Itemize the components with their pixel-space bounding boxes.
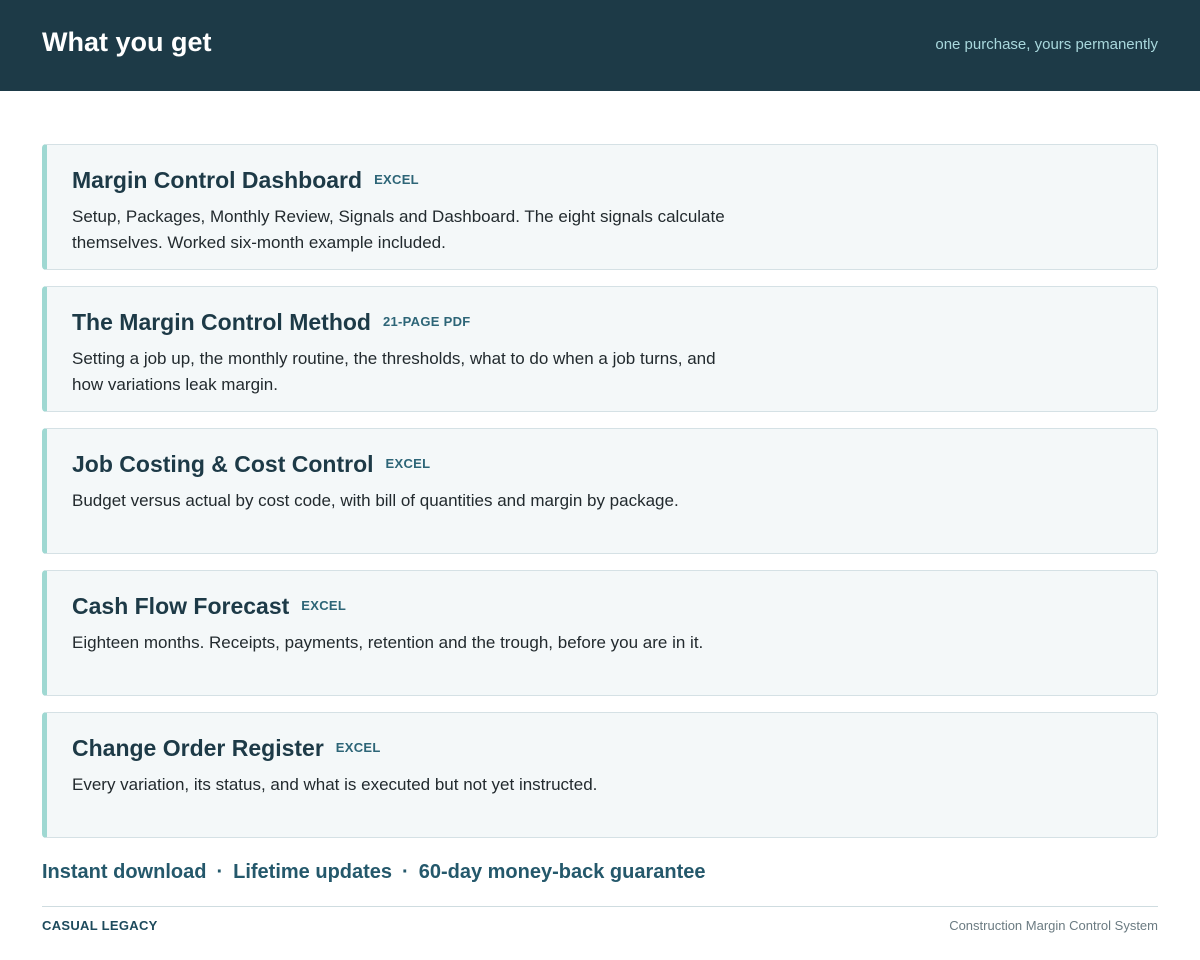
header-banner: What you get one purchase, yours permane… [0,0,1200,91]
card-header: Change Order Register EXCEL [72,734,381,762]
card-description: Budget versus actual by cost code, with … [72,491,679,510]
card-description: Every variation, its status, and what is… [72,775,598,794]
header-tagline: one purchase, yours permanently [935,36,1158,53]
card-title: Cash Flow Forecast [72,593,290,619]
format-badge: EXCEL [301,598,347,613]
format-badge: EXCEL [374,172,419,187]
separator-dot: · [216,861,224,883]
card-header: Cash Flow Forecast EXCEL [72,592,346,620]
card-title: Job Costing & Cost Control [72,451,374,477]
benefit-guarantee: 60-day money-back guarantee [418,861,706,883]
format-badge: 21-PAGE PDF [382,314,471,329]
product-card: Cash Flow Forecast EXCEL Eighteen months… [42,570,1158,696]
card-title: Change Order Register [72,735,324,761]
card-title: The Margin Control Method [72,309,371,335]
card-description: Setting a job up, the monthly routine, t… [72,349,716,394]
benefit-lifetime-updates: Lifetime updates [233,861,393,883]
footer-brand: CASUAL LEGACY [42,918,158,933]
format-badge: EXCEL [335,740,381,755]
footer-product-name: Construction Margin Control System [949,918,1158,933]
footer-divider [42,906,1158,907]
card-header: Margin Control Dashboard EXCEL [72,166,419,194]
card-description: Eighteen months. Receipts, payments, ret… [72,633,704,652]
product-card: Change Order Register EXCEL Every variat… [42,712,1158,838]
separator-dot: · [402,861,409,883]
card-header: Job Costing & Cost Control EXCEL [72,450,430,478]
benefits-line: Instant download · Lifetime updates · 60-day… [42,860,705,884]
page-title: What you get [42,27,212,57]
card-title: Margin Control Dashboard [72,167,363,193]
benefit-instant-download: Instant download [42,861,207,883]
card-description: Setup, Packages, Monthly Review, Signals… [72,207,725,252]
product-card: The Margin Control Method 21-PAGE PDF Se… [42,286,1158,412]
format-badge: EXCEL [385,456,431,471]
product-card: Job Costing & Cost Control EXCEL Budget … [42,428,1158,554]
card-header: The Margin Control Method 21-PAGE PDF [72,308,471,336]
product-list: Margin Control Dashboard EXCEL Setup, Pa… [42,144,1158,854]
product-card: Margin Control Dashboard EXCEL Setup, Pa… [42,144,1158,270]
